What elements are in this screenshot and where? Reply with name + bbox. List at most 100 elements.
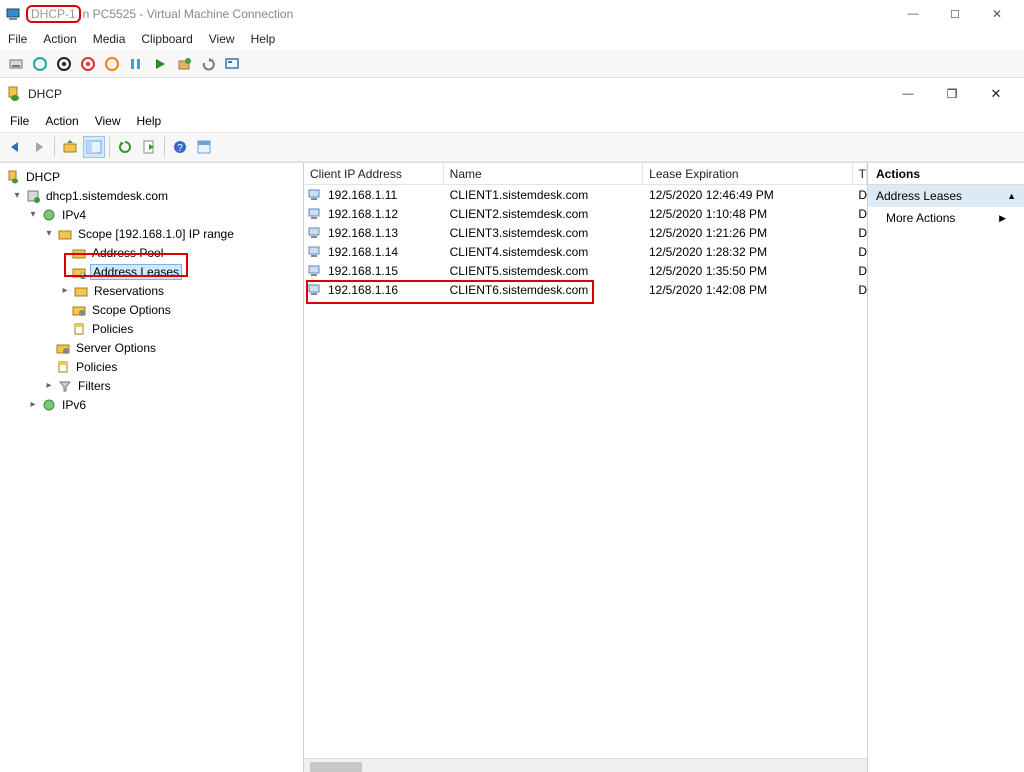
tree-reservations[interactable]: Reservations [92,284,166,298]
pause-icon[interactable] [126,54,146,74]
dhcp-menu-view[interactable]: View [95,114,121,128]
col-name[interactable]: Name [444,163,644,184]
col-type[interactable]: T [853,163,867,184]
dhcp-close-button[interactable] [974,80,1018,108]
tree-ipv6[interactable]: IPv6 [60,398,88,412]
tree-ipv4[interactable]: IPv4 [60,208,88,222]
expand-toggle[interactable]: ▾ [26,209,40,220]
revert-icon[interactable] [198,54,218,74]
lease-name: CLIENT2.sistemdesk.com [444,207,643,221]
tree-address-leases[interactable]: Address Leases [90,264,182,280]
expand-toggle[interactable]: ▸ [26,399,40,410]
dhcp-menu-help[interactable]: Help [137,114,162,128]
lease-row[interactable]: 192.168.1.16CLIENT6.sistemdesk.com12/5/2… [304,280,867,299]
dhcp-menu-action[interactable]: Action [45,114,78,128]
tree-policies[interactable]: Policies [90,322,135,336]
vm-menu-action[interactable]: Action [43,32,76,46]
policies-icon [55,359,71,375]
export-icon[interactable] [138,136,160,158]
computer-icon [308,225,324,241]
shutdown-icon[interactable] [78,54,98,74]
forward-icon[interactable] [28,136,50,158]
reservations-icon [73,283,89,299]
back-icon[interactable] [4,136,26,158]
vm-toolbar [0,50,1024,78]
actions-context-label: Address Leases [876,189,962,203]
tree-pane[interactable]: DHCP ▾ dhcp1.sistemdesk.com ▾ IPv4 [0,163,304,772]
computer-icon [308,187,324,203]
vm-menu-clipboard[interactable]: Clipboard [141,32,192,46]
save-icon[interactable] [102,54,122,74]
help-icon[interactable]: ? [169,136,191,158]
dhcp-title: DHCP [28,87,62,101]
lease-name: CLIENT5.sistemdesk.com [444,264,643,278]
dhcp-menu-file[interactable]: File [10,114,29,128]
lease-type: D [852,264,867,278]
tree-server-options[interactable]: Server Options [74,341,158,355]
tree-filters[interactable]: Filters [76,379,113,393]
vm-close-button[interactable] [976,1,1018,27]
checkpoint-icon[interactable] [174,54,194,74]
lease-ip: 192.168.1.11 [328,188,397,202]
computer-icon [308,244,324,260]
enhanced-session-icon[interactable] [222,54,242,74]
lease-type: D [852,245,867,259]
dhcp-restore-button[interactable] [930,80,974,108]
lease-row[interactable]: 192.168.1.13CLIENT3.sistemdesk.com12/5/2… [304,223,867,242]
up-folder-icon[interactable] [59,136,81,158]
lease-ip: 192.168.1.16 [328,283,398,297]
lease-expiration: 12/5/2020 1:42:08 PM [643,283,852,297]
computer-icon [308,282,324,298]
scroll-thumb[interactable] [310,762,362,772]
vm-maximize-button[interactable] [934,1,976,27]
lease-row[interactable]: 192.168.1.14CLIENT4.sistemdesk.com12/5/2… [304,242,867,261]
expand-toggle[interactable]: ▾ [10,190,24,201]
actions-pane: Actions Address Leases ▲ More Actions ▶ [868,163,1024,772]
properties-icon[interactable] [193,136,215,158]
dhcp-minimize-button[interactable] [886,80,930,108]
vm-title-rest: n PC5525 - Virtual Machine Connection [83,7,294,21]
vm-window-controls [892,1,1018,27]
col-lease-expiration[interactable]: Lease Expiration [643,163,852,184]
lease-type: D [852,188,867,202]
lease-row[interactable]: 192.168.1.12CLIENT2.sistemdesk.com12/5/2… [304,204,867,223]
expand-toggle[interactable]: ▸ [58,285,72,296]
start-icon[interactable] [30,54,50,74]
refresh-icon[interactable] [114,136,136,158]
lease-type: D [852,226,867,240]
lease-expiration: 12/5/2020 12:46:49 PM [643,188,852,202]
tree-root[interactable]: DHCP [24,170,62,184]
list-header: Client IP Address Name Lease Expiration … [304,163,867,185]
filters-icon [57,378,73,394]
vm-menu-file[interactable]: File [8,32,27,46]
actions-more[interactable]: More Actions ▶ [868,207,1024,229]
dhcp-root-icon [5,169,21,185]
vm-menu-view[interactable]: View [209,32,235,46]
vm-menu-media[interactable]: Media [93,32,126,46]
ctrl-alt-del-icon[interactable] [6,54,26,74]
tree-policies-2[interactable]: Policies [74,360,119,374]
actions-context[interactable]: Address Leases ▲ [868,185,1024,207]
reset-icon[interactable] [150,54,170,74]
lease-name: CLIENT1.sistemdesk.com [444,188,643,202]
show-hide-tree-icon[interactable] [83,136,105,158]
tree-scope-options[interactable]: Scope Options [90,303,173,317]
dhcp-window-controls [886,80,1018,108]
dhcp-app-icon [6,86,22,102]
lease-ip: 192.168.1.12 [328,207,398,221]
list-body[interactable]: 192.168.1.11CLIENT1.sistemdesk.com12/5/2… [304,185,867,758]
col-client-ip[interactable]: Client IP Address [304,163,444,184]
lease-row[interactable]: 192.168.1.15CLIENT5.sistemdesk.com12/5/2… [304,261,867,280]
tree-address-pool[interactable]: Address Pool [90,246,165,260]
actions-more-label: More Actions [886,211,955,225]
vm-menu-help[interactable]: Help [251,32,276,46]
expand-toggle[interactable]: ▾ [42,228,56,239]
turnoff-icon[interactable] [54,54,74,74]
tree-server[interactable]: dhcp1.sistemdesk.com [44,189,170,203]
vm-minimize-button[interactable] [892,1,934,27]
expand-toggle[interactable]: ▸ [42,380,56,391]
ipv6-icon [41,397,57,413]
lease-row[interactable]: 192.168.1.11 CLIENT1.sistemdesk.com12/5/2… [304,185,867,204]
horizontal-scrollbar[interactable] [304,758,867,772]
tree-scope[interactable]: Scope [192.168.1.0] IP range [76,227,236,241]
